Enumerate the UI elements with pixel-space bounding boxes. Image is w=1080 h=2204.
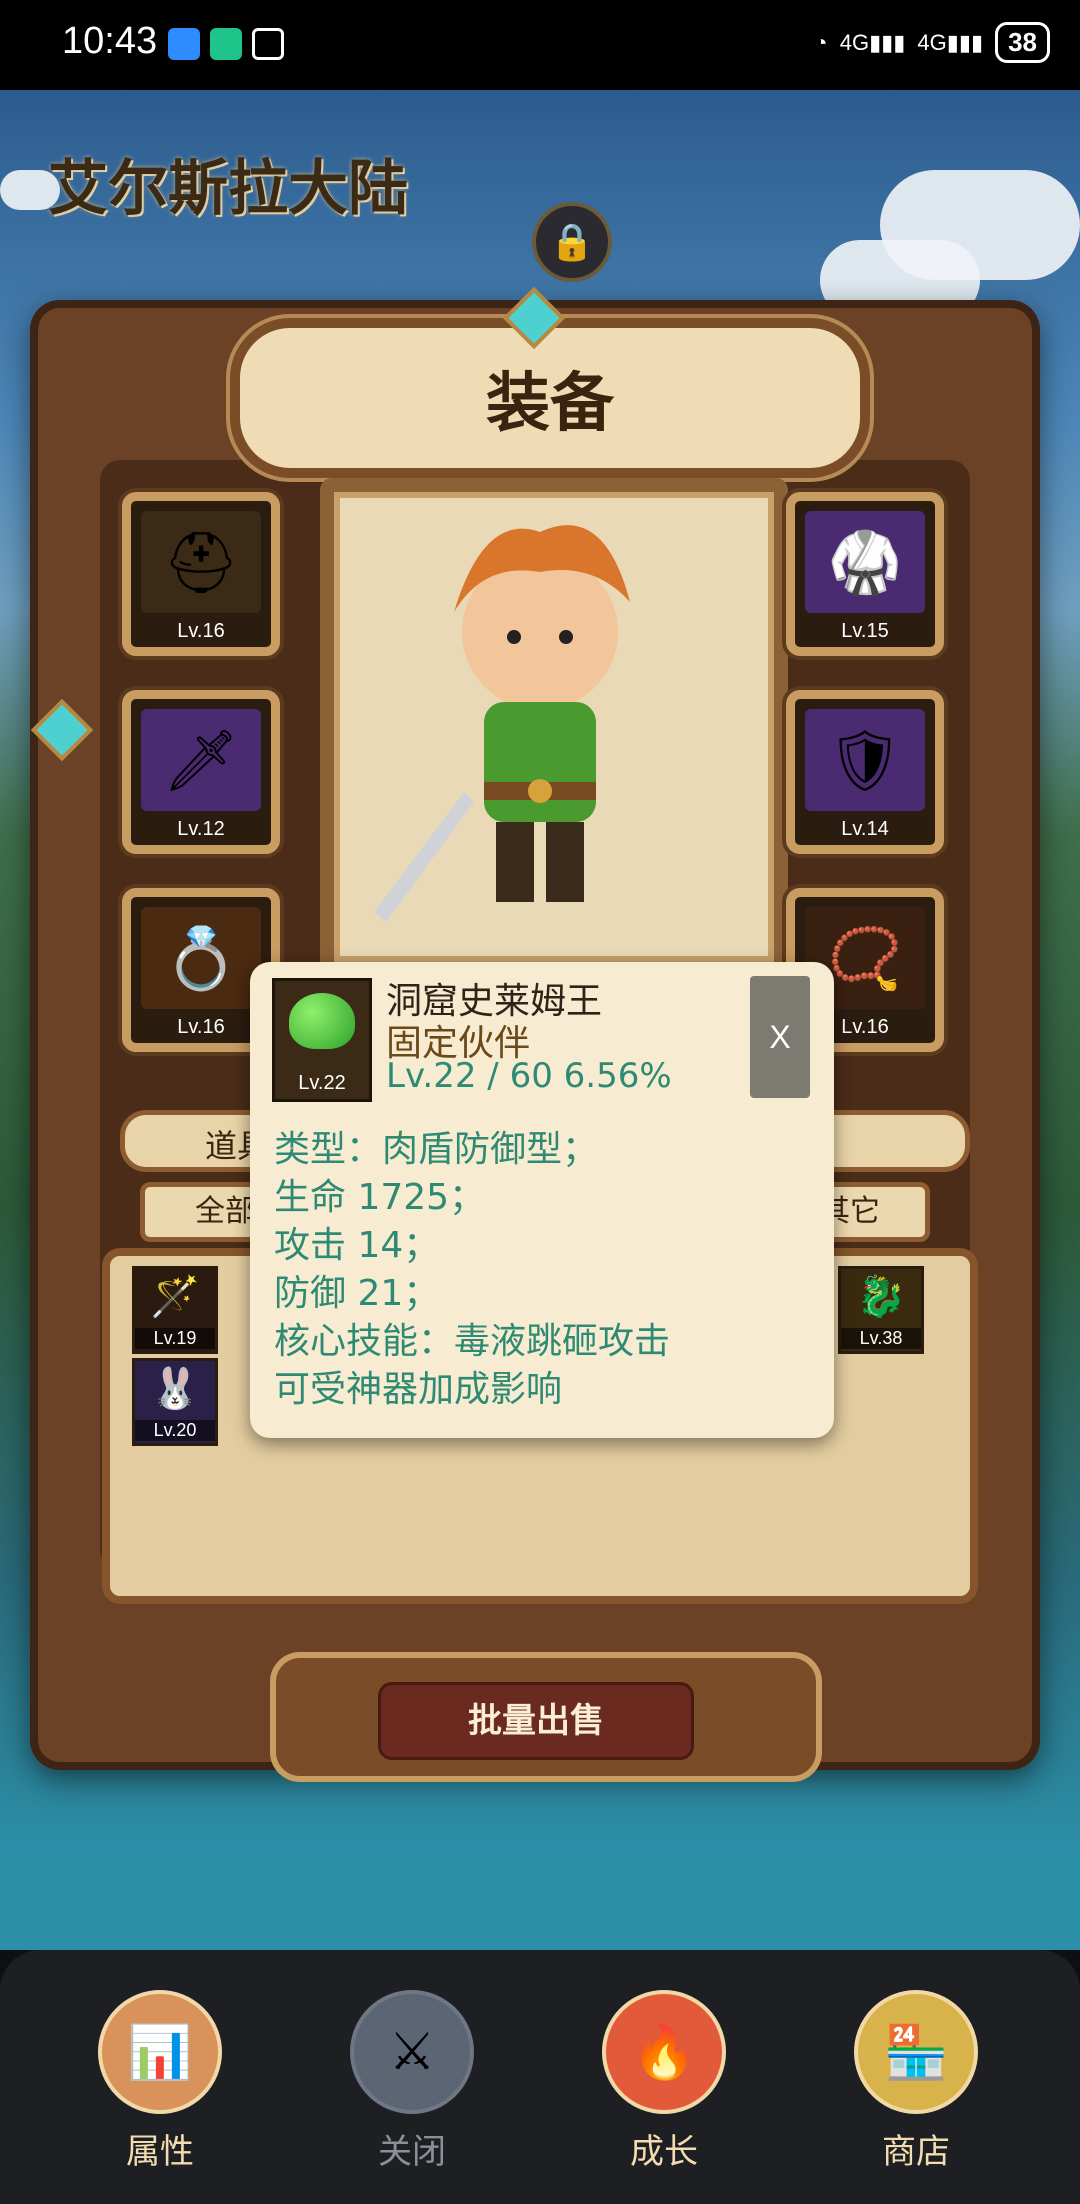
- bar-chart-icon: 📊: [98, 1990, 222, 2114]
- item-level: Lv.19: [135, 1328, 215, 1349]
- hero-figure: [374, 525, 630, 922]
- close-button[interactable]: X: [750, 976, 810, 1098]
- flame-icon: 🔥: [602, 1990, 726, 2114]
- slime-icon: Lv.22: [272, 978, 372, 1102]
- inventory-item[interactable]: 🐰 Lv.20: [132, 1358, 218, 1446]
- signal-icon-2: 4G▮▮▮: [917, 29, 984, 55]
- item-level: Lv.20: [135, 1420, 215, 1441]
- wifi-icon: ◔: [814, 29, 828, 55]
- popup-icon-level: Lv.22: [298, 1072, 346, 1094]
- nav-close[interactable]: ⚔ 关闭: [332, 1990, 492, 2173]
- popup-line: 可受神器加成影响: [274, 1369, 563, 1410]
- signal-icon: 4G▮▮▮: [839, 29, 906, 55]
- bottom-nav: 📊 属性 ⚔ 关闭 🔥 成长 🏪 商店: [0, 1950, 1080, 2204]
- popup-line: 防御 21；: [274, 1273, 440, 1314]
- slot-level: Lv.14: [841, 818, 889, 840]
- companion-popup: Lv.22 洞窟史莱姆王 固定伙伴 Lv.22 / 60 6.56% X 类型：…: [250, 962, 834, 1438]
- slot-level: Lv.16: [177, 620, 225, 642]
- dragon-icon: 🐉: [856, 1274, 906, 1320]
- bulk-sell-button[interactable]: 批量出售: [378, 1682, 694, 1760]
- popup-level-progress: Lv.22 / 60 6.56%: [386, 1056, 672, 1096]
- crossed-swords-icon: ⚔: [350, 1990, 474, 2114]
- message-icon: [168, 28, 200, 60]
- nav-attributes[interactable]: 📊 属性: [80, 1990, 240, 2173]
- robot-app-icon: [210, 28, 242, 60]
- nfc-icon: [252, 28, 284, 60]
- shield-icon: 🛡: [805, 709, 925, 811]
- popup-line: 类型：肉盾防御型；: [274, 1129, 599, 1170]
- nav-label: 商店: [882, 2132, 950, 2172]
- popup-line: 攻击 14；: [274, 1225, 440, 1266]
- equip-slot-shield[interactable]: 🛡 Lv.14: [786, 690, 944, 854]
- lock-icon[interactable]: 🔒: [532, 202, 612, 282]
- equip-slot-armor[interactable]: 🥋 Lv.15: [786, 492, 944, 656]
- staff-icon: 🪄: [150, 1274, 200, 1320]
- equip-slot-weapon[interactable]: 🗡 Lv.12: [122, 690, 280, 854]
- nav-label: 关闭: [378, 2132, 446, 2172]
- slot-level: Lv.15: [841, 620, 889, 642]
- status-time: 10:43: [62, 20, 158, 62]
- slime-art: [289, 993, 355, 1049]
- status-right: ◔ 4G▮▮▮ 4G▮▮▮ 38: [814, 22, 1050, 63]
- ring-icon: 💍: [141, 907, 261, 1009]
- shop-icon: 🏪: [854, 1990, 978, 2114]
- popup-line: 核心技能：毒液跳砸攻击: [274, 1321, 671, 1362]
- rabbit-icon: 🐰: [150, 1366, 200, 1412]
- inventory-item[interactable]: 🪄 Lv.19: [132, 1266, 218, 1354]
- status-bar: 10:43 ◔ 4G▮▮▮ 4G▮▮▮ 38: [0, 0, 1080, 90]
- inventory-item[interactable]: 🐉 Lv.38: [838, 1266, 924, 1354]
- sword-icon: 🗡: [141, 709, 261, 811]
- nav-shop[interactable]: 🏪 商店: [836, 1990, 996, 2173]
- title-plate: 装备: [230, 318, 870, 478]
- character-portrait: [320, 478, 788, 976]
- helmet-icon: ⛑: [141, 511, 261, 613]
- battery-icon: 38: [995, 22, 1050, 63]
- world-title: 艾尔斯拉大陆: [48, 154, 408, 224]
- nav-label: 属性: [126, 2132, 194, 2172]
- popup-line: 生命 1725；: [274, 1177, 486, 1218]
- equip-slot-helmet[interactable]: ⛑ Lv.16: [122, 492, 280, 656]
- item-level: Lv.38: [841, 1328, 921, 1349]
- nav-label: 成长: [630, 2132, 698, 2172]
- nav-growth[interactable]: 🔥 成长: [584, 1990, 744, 2173]
- armor-icon: 🥋: [805, 511, 925, 613]
- panel-title: 装备: [486, 367, 614, 441]
- slot-level: Lv.12: [177, 818, 225, 840]
